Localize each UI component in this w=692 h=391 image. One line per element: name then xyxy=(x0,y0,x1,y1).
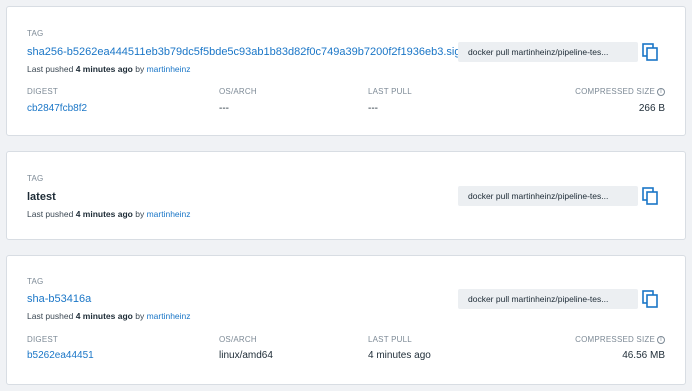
digest-link[interactable]: cb2847fcb8f2 xyxy=(27,103,87,114)
pushed-by-user-link[interactable]: martinheinz xyxy=(147,311,191,321)
pushed-time: 4 minutes ago xyxy=(75,311,133,321)
last-pull-header: LAST PULL xyxy=(368,87,412,96)
os-arch-value: --- xyxy=(219,103,229,114)
digest-header: DIGEST xyxy=(27,87,58,96)
compressed-size-header: COMPRESSED SIZE i xyxy=(547,87,665,96)
pushed-time: 4 minutes ago xyxy=(75,64,133,74)
pushed-by-word: by xyxy=(135,64,145,74)
tag-label: TAG xyxy=(27,29,44,38)
compressed-size-value: 266 B xyxy=(638,103,665,114)
last-pushed-info: Last pushed 4 minutes ago by martinheinz xyxy=(27,209,191,219)
tag-card-latest: TAG latest Last pushed 4 minutes ago by … xyxy=(6,151,686,240)
digest-link[interactable]: b5262ea44451 xyxy=(27,350,94,361)
os-arch-header: OS/ARCH xyxy=(219,87,257,96)
pull-command[interactable]: docker pull martinheinz/pipeline-tes... xyxy=(458,186,638,206)
info-icon[interactable]: i xyxy=(657,336,665,344)
copy-icon[interactable] xyxy=(641,290,659,308)
copy-icon[interactable] xyxy=(641,43,659,61)
last-pull-value: --- xyxy=(368,103,378,114)
pushed-by-word: by xyxy=(135,311,145,321)
compressed-size-label: COMPRESSED SIZE xyxy=(575,87,655,96)
copy-icon[interactable] xyxy=(641,187,659,205)
compressed-size-header: COMPRESSED SIZE i xyxy=(547,335,665,344)
tag-card-sig: TAG sha256-b5262ea444511eb3b79dc5f5bde5c… xyxy=(6,6,686,136)
last-pull-value: 4 minutes ago xyxy=(368,350,431,361)
tag-label: TAG xyxy=(27,277,44,286)
tag-name: latest xyxy=(27,191,56,203)
pushed-prefix: Last pushed xyxy=(27,209,74,219)
pushed-by-word: by xyxy=(135,209,145,219)
compressed-size-value: 46.56 MB xyxy=(622,350,665,361)
os-arch-value: linux/amd64 xyxy=(219,350,273,361)
tag-card-sha: TAG sha-b53416a Last pushed 4 minutes ag… xyxy=(6,255,686,385)
tag-name-link[interactable]: sha-b53416a xyxy=(27,293,91,305)
tag-name-link[interactable]: sha256-b5262ea444511eb3b79dc5f5bde5c93ab… xyxy=(27,46,461,58)
compressed-size-label: COMPRESSED SIZE xyxy=(575,335,655,344)
pushed-time: 4 minutes ago xyxy=(75,209,133,219)
pushed-prefix: Last pushed xyxy=(27,311,74,321)
last-pushed-info: Last pushed 4 minutes ago by martinheinz xyxy=(27,64,191,74)
os-arch-header: OS/ARCH xyxy=(219,335,257,344)
pushed-prefix: Last pushed xyxy=(27,64,74,74)
pull-command[interactable]: docker pull martinheinz/pipeline-tes... xyxy=(458,289,638,309)
tag-label: TAG xyxy=(27,174,44,183)
last-pull-header: LAST PULL xyxy=(368,335,412,344)
info-icon[interactable]: i xyxy=(657,88,665,96)
pull-command[interactable]: docker pull martinheinz/pipeline-tes... xyxy=(458,42,638,62)
last-pushed-info: Last pushed 4 minutes ago by martinheinz xyxy=(27,311,191,321)
digest-header: DIGEST xyxy=(27,335,58,344)
pushed-by-user-link[interactable]: martinheinz xyxy=(147,209,191,219)
pushed-by-user-link[interactable]: martinheinz xyxy=(147,64,191,74)
